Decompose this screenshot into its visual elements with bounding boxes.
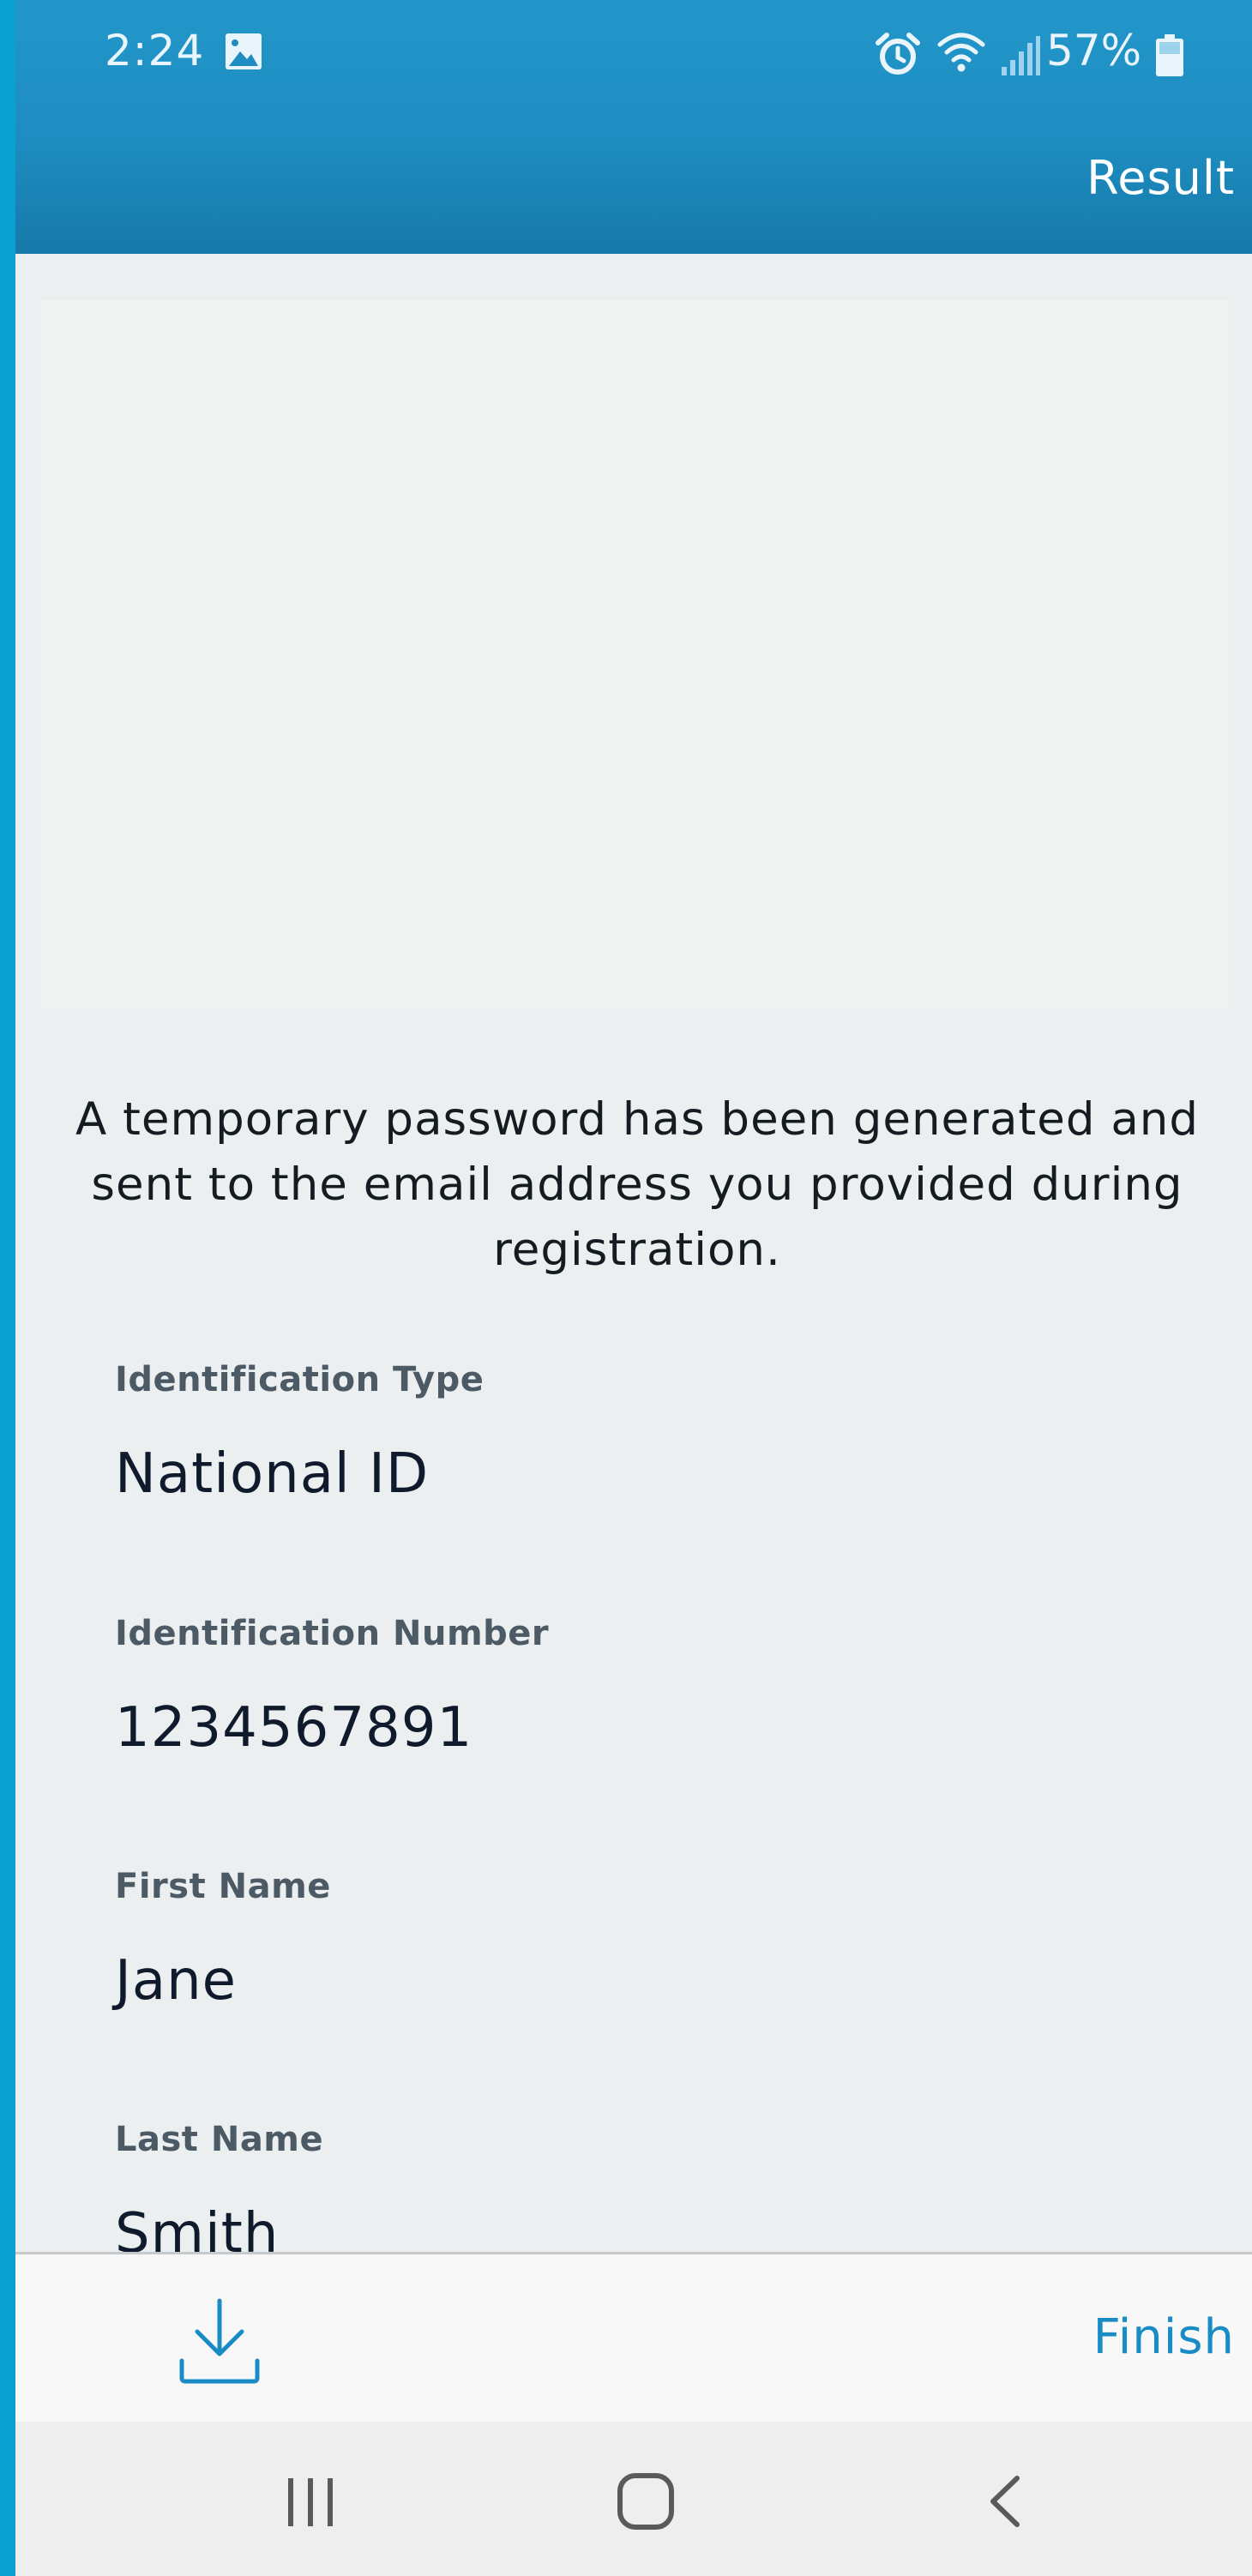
- download-icon[interactable]: [177, 2296, 262, 2385]
- app-screen: 2:24 57% Result A temporary password has…: [15, 0, 1252, 2576]
- recents-icon[interactable]: [283, 2475, 338, 2530]
- signal-icon: [1002, 36, 1040, 75]
- bottom-action-bar: Finish: [15, 2252, 1252, 2424]
- header-title: Result: [1086, 151, 1235, 205]
- field-last-name: Last Name Smith: [115, 2120, 323, 2266]
- field-label: Identification Number: [115, 1614, 550, 1653]
- status-time: 2:24: [105, 26, 205, 75]
- finish-button[interactable]: Finish: [1093, 2309, 1235, 2365]
- system-nav-bar: [15, 2422, 1252, 2576]
- wifi-icon: [937, 33, 985, 72]
- field-first-name: First Name Jane: [115, 1867, 331, 2013]
- app-header: 2:24 57% Result: [15, 0, 1252, 254]
- battery-icon: [1156, 34, 1183, 76]
- field-value: 1234567891: [115, 1696, 473, 1760]
- alarm-icon: [876, 33, 920, 75]
- home-icon[interactable]: [616, 2471, 676, 2531]
- field-identification-type: Identification Type National ID: [115, 1360, 484, 1506]
- result-image-area: [41, 300, 1228, 1008]
- gallery-icon: [226, 33, 262, 69]
- field-label: Last Name: [115, 2120, 324, 2159]
- field-label: First Name: [115, 1867, 331, 1906]
- battery-percent: 57%: [1046, 26, 1142, 75]
- back-icon[interactable]: [983, 2473, 1026, 2530]
- field-value: National ID: [115, 1442, 430, 1506]
- field-identification-number: Identification Number 1234567891: [115, 1614, 549, 1760]
- confirmation-message: A temporary password has been generated …: [75, 1093, 1200, 1276]
- field-label: Identification Type: [115, 1360, 485, 1399]
- status-bar: 2:24 57%: [15, 0, 1252, 111]
- field-value: Jane: [115, 1949, 238, 2013]
